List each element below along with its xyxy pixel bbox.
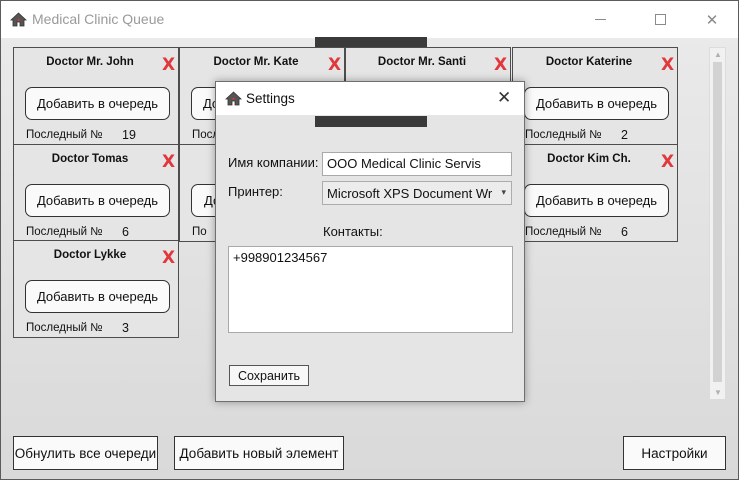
chevron-down-icon[interactable]: ▼ [714,388,722,397]
last-number-label: Последный № [26,322,103,334]
remove-doctor-button[interactable]: X [328,55,341,75]
add-to-queue-button[interactable]: Добавить в очередь [524,87,669,120]
close-icon: ✕ [705,11,719,29]
chevron-up-icon[interactable]: ▲ [714,50,722,59]
last-number-label: Последный № [26,129,103,141]
house-icon [10,12,27,27]
last-number-label: Последный № [525,226,602,238]
last-number-value: 19 [122,128,136,142]
add-new-element-button[interactable]: Добавить новый элемент [174,436,344,470]
contacts-textarea[interactable]: +998901234567 [228,246,513,333]
minimize-button[interactable] [577,1,623,38]
house-icon [225,91,242,106]
doctor-name: Doctor Tomas [51,153,129,165]
doctor-name: Doctor Lykke [53,249,127,261]
dialog-drag-handle [315,116,427,127]
last-number-value: 2 [621,128,628,142]
last-number-label: Последный № [26,226,103,238]
maximize-icon [654,14,666,25]
main-window: Medical Clinic Queue ✕ Doctor Mr. John X… [0,0,739,480]
doctor-card: Doctor Kim Ch. X Добавить в очередь Посл… [512,144,678,242]
vertical-scrollbar[interactable]: ▲ ▼ [709,47,726,400]
chevron-down-icon: ▾ [501,187,506,197]
add-to-queue-button[interactable]: Добавить в очередь [25,184,170,217]
title-bar: Medical Clinic Queue ✕ [1,1,738,38]
contacts-label: Контакты: [323,224,383,239]
doctor-card: Doctor Tomas X Добавить в очередь Послед… [13,144,179,242]
last-number-label: По [192,226,207,238]
doctor-name: Doctor Mr. Santi [377,56,467,68]
add-to-queue-button[interactable]: Добавить в очередь [25,280,170,313]
doctor-name: Doctor Mr. John [46,56,134,68]
dialog-title: Settings [246,91,295,106]
dialog-title-bar: Settings ✕ [216,82,524,115]
window-title: Medical Clinic Queue [32,11,165,27]
add-to-queue-button[interactable]: Добавить в очередь [524,184,669,217]
company-name-field[interactable]: OOO Medical Clinic Servis [322,152,512,176]
remove-doctor-button[interactable]: X [661,152,674,172]
remove-doctor-button[interactable]: X [162,248,175,268]
save-button[interactable]: Сохранить [229,365,309,386]
remove-doctor-button[interactable]: X [494,55,507,75]
company-name-label: Имя компании: [228,155,319,170]
doctor-card: Doctor Mr. John X Добавить в очередь Пос… [13,47,179,145]
printer-label: Принтер: [228,184,283,199]
add-to-queue-button[interactable]: Добавить в очередь [25,87,170,120]
minimize-icon [594,19,606,20]
doctor-name: Doctor Mr. Kate [213,56,299,68]
settings-dialog: Settings ✕ Имя компании: OOO Medical Cli… [215,81,525,402]
doctor-name: Doctor Kim Ch. [547,153,631,165]
remove-doctor-button[interactable]: X [661,55,674,75]
doctor-card: Doctor Lykke X Добавить в очередь Послед… [13,240,179,338]
scrollbar-thumb[interactable] [713,62,722,382]
close-button[interactable]: ✕ [689,1,735,38]
settings-button[interactable]: Настройки [623,436,726,470]
dialog-close-button[interactable]: ✕ [497,88,511,108]
doctor-name: Doctor Katerine [545,56,633,68]
remove-doctor-button[interactable]: X [162,55,175,75]
printer-selected-value: Microsoft XPS Document Wr [327,186,493,201]
reset-queues-button[interactable]: Обнулить все очереди [13,436,158,470]
maximize-button[interactable] [637,1,683,38]
last-number-value: 6 [621,225,628,239]
printer-select[interactable]: Microsoft XPS Document Wr ▾ [322,181,512,205]
doctor-card: Doctor Katerine X Добавить в очередь Пос… [512,47,678,145]
remove-doctor-button[interactable]: X [162,152,175,172]
last-number-value: 6 [122,225,129,239]
last-number-value: 3 [122,321,129,335]
last-number-label: Последный № [525,129,602,141]
